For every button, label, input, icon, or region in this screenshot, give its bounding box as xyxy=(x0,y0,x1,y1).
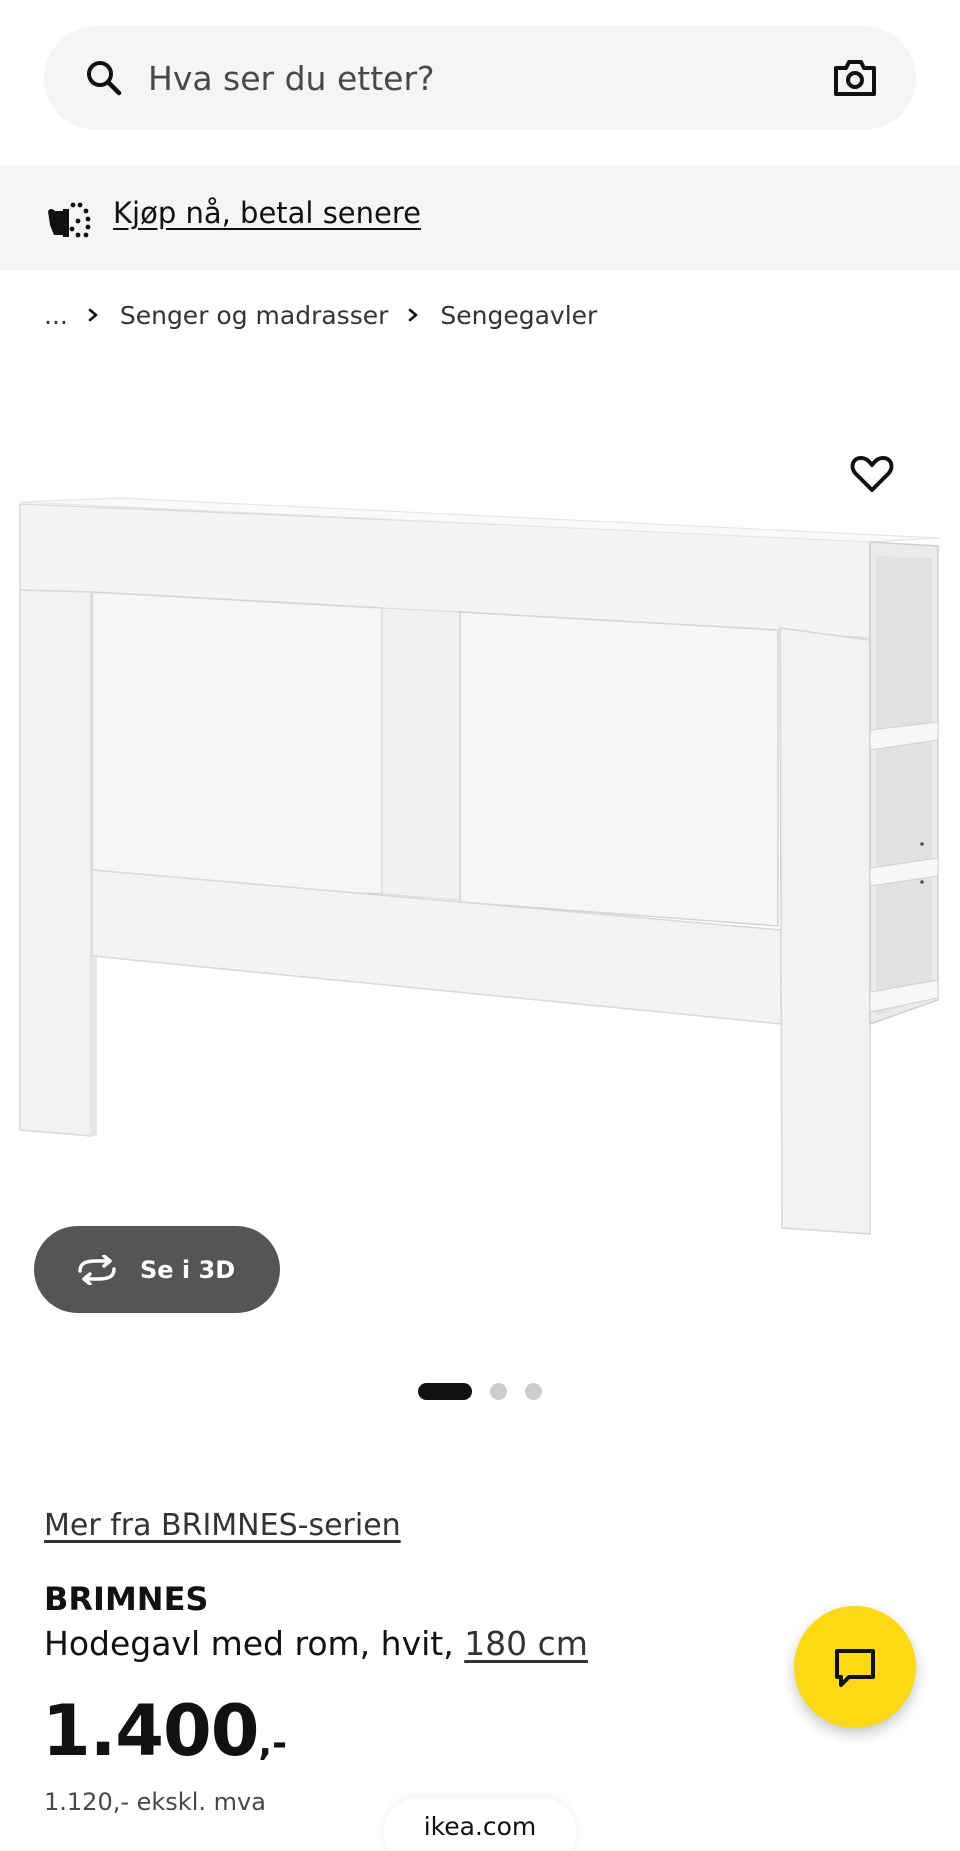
heart-icon xyxy=(850,456,894,492)
view-in-3d-label: Se i 3D xyxy=(140,1255,236,1284)
browser-url-bar[interactable]: ikea.com xyxy=(384,1798,576,1851)
slide-dot-3[interactable] xyxy=(525,1382,542,1400)
chat-button[interactable] xyxy=(794,1606,916,1728)
product-name: BRIMNES xyxy=(44,1580,209,1618)
series-link[interactable]: Mer fra BRIMNES-serien xyxy=(44,1508,401,1543)
camera-icon[interactable] xyxy=(832,56,878,100)
search-input[interactable] xyxy=(148,52,768,104)
breadcrumb-ellipsis[interactable]: ... xyxy=(44,301,68,330)
product-description-text: Hodegavl med rom, hvit, xyxy=(44,1624,465,1663)
favorite-button[interactable] xyxy=(848,450,896,498)
breadcrumb-item-sengegavler[interactable]: Sengegavler xyxy=(440,301,597,330)
rotate-3d-icon xyxy=(78,1254,116,1285)
breadcrumb-item-senger[interactable]: Senger og madrasser xyxy=(120,301,389,330)
chat-icon xyxy=(835,1649,875,1687)
product-image-gallery[interactable] xyxy=(0,400,960,1360)
price-value: 1.400 xyxy=(42,1690,259,1772)
slide-indicator xyxy=(418,1382,542,1400)
product-description: Hodegavl med rom, hvit, 180 cm xyxy=(44,1624,588,1663)
slide-dot-1[interactable] xyxy=(418,1382,472,1400)
chevron-right-icon xyxy=(406,308,420,322)
breadcrumb: ... Senger og madrasser Sengegavler xyxy=(44,298,597,332)
size-link[interactable]: 180 cm xyxy=(464,1624,588,1663)
browser-url: ikea.com xyxy=(423,1812,537,1841)
price-suffix: ,- xyxy=(258,1723,288,1764)
search-icon xyxy=(87,61,122,96)
pay-later-link[interactable]: Kjøp nå, betal senere xyxy=(113,196,421,230)
slide-dot-2[interactable] xyxy=(490,1382,507,1400)
chevron-right-icon xyxy=(86,308,100,322)
price-excluding-vat: 1.120,- ekskl. mva xyxy=(44,1788,266,1816)
pay-later-icon xyxy=(48,202,91,238)
promo-banner: Kjøp nå, betal senere xyxy=(0,165,960,270)
product-image xyxy=(0,400,960,1360)
search-bar[interactable] xyxy=(44,26,916,130)
product-price: 1.400,- xyxy=(42,1690,287,1772)
view-in-3d-button[interactable]: Se i 3D xyxy=(34,1226,280,1313)
